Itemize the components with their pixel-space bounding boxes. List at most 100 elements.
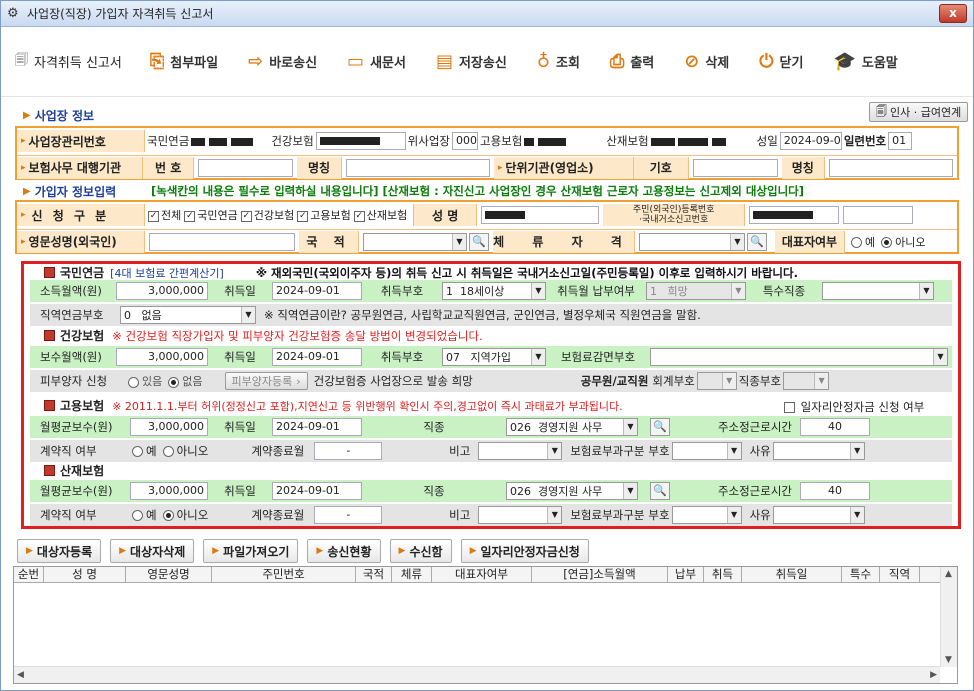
unit-name-input[interactable] bbox=[828, 158, 953, 177]
serial-input[interactable]: 01 bbox=[888, 132, 913, 150]
register-subject-button[interactable]: ▶ 대상자등록 bbox=[17, 539, 102, 563]
pension-date-input[interactable]: 2024-09-01 bbox=[272, 282, 362, 300]
health-wage-label: 보수월액(원) bbox=[40, 350, 102, 364]
print-button[interactable]: ⎙ 출력 bbox=[610, 51, 654, 72]
scroll-right-icon[interactable]: ▶ bbox=[930, 670, 937, 680]
health-wage-input[interactable]: 3,000,000 bbox=[116, 348, 208, 366]
col-eng-name[interactable]: 영문성명 bbox=[126, 567, 212, 582]
rep-yes-radio[interactable]: 예 bbox=[845, 234, 875, 250]
industrial-contract-no[interactable]: 아니오 bbox=[157, 507, 208, 523]
check-industrial[interactable]: ✓ 산재보험 bbox=[353, 207, 407, 223]
close-button[interactable]: x bbox=[939, 4, 967, 23]
pension-job-select[interactable]: ▼ bbox=[822, 282, 934, 300]
acc-code-select[interactable]: ▼ bbox=[696, 372, 737, 390]
agency-number-input[interactable] bbox=[198, 158, 293, 177]
col-name[interactable]: 성 명 bbox=[44, 567, 126, 582]
employment-note-select[interactable]: ▼ bbox=[478, 442, 563, 460]
pension-occ-select[interactable]: 0 없음 ▼ bbox=[120, 306, 256, 324]
employment-code-select[interactable]: ▼ bbox=[671, 442, 742, 460]
nationality-select[interactable]: ▼ bbox=[363, 232, 467, 251]
rep-no-radio[interactable]: 아니오 bbox=[875, 234, 926, 250]
employment-hours-input[interactable]: 40 bbox=[800, 418, 870, 436]
col-nationality[interactable]: 국적 bbox=[356, 567, 392, 582]
check-employment[interactable]: ✓ 고용보험 bbox=[297, 207, 351, 223]
pension-date-label: 취득일 bbox=[224, 284, 256, 298]
employment-job-search-button[interactable]: 🔍 bbox=[650, 418, 670, 436]
employment-contract-no[interactable]: 아니오 bbox=[157, 443, 208, 459]
inbox-button[interactable]: ▶ 수신함 bbox=[389, 539, 452, 563]
industrial-wage-input[interactable]: 3,000,000 bbox=[130, 482, 208, 500]
industrial-end-input[interactable]: - bbox=[314, 506, 383, 524]
col-special[interactable]: 특수 bbox=[842, 567, 880, 582]
health-value[interactable] bbox=[315, 132, 406, 150]
stay-select[interactable]: ▼ bbox=[639, 232, 745, 251]
attach-button[interactable]: ⎘ 첨부파일 bbox=[150, 51, 218, 72]
calculator-link[interactable]: [4대 보험료 간편계산기] bbox=[110, 265, 224, 281]
col-pay[interactable]: 납부 bbox=[668, 567, 704, 582]
industrial-job-search-button[interactable]: 🔍 bbox=[650, 482, 670, 500]
industrial-date-input[interactable]: 2024-09-01 bbox=[272, 482, 362, 500]
col-rep[interactable]: 대표자여부 bbox=[432, 567, 532, 582]
sub-workplace-input[interactable]: 000 bbox=[451, 132, 478, 150]
employment-reason-select[interactable]: ▼ bbox=[772, 442, 865, 460]
health-dep-no-radio[interactable]: 없음 bbox=[162, 373, 203, 389]
delete-subject-button[interactable]: ▶ 대상자삭제 bbox=[110, 539, 195, 563]
dependent-register-button[interactable]: 피부양자등록 › bbox=[224, 372, 308, 390]
hr-link-button[interactable]: 🗐 인사 · 급여연계 bbox=[869, 102, 969, 122]
col-income[interactable]: [연금]소득월액 bbox=[532, 567, 668, 582]
send-status-button[interactable]: ▶ 송신현황 bbox=[307, 539, 381, 563]
industrial-hours-input[interactable]: 40 bbox=[800, 482, 870, 500]
nationality-search-button[interactable]: 🔍 bbox=[469, 232, 489, 251]
check-pension[interactable]: ✓ 국민연금 bbox=[184, 207, 238, 223]
pension-code-select[interactable]: 1 18세이상 ▼ bbox=[442, 282, 546, 300]
eng-name-input[interactable] bbox=[149, 232, 295, 251]
industrial-job-select[interactable]: 026 경영지원 사무 ▼ bbox=[506, 482, 638, 500]
industrial-reason-select[interactable]: ▼ bbox=[772, 506, 865, 524]
check-health[interactable]: ✓ 건강보험 bbox=[240, 207, 294, 223]
job-code-select[interactable]: ▼ bbox=[783, 372, 830, 390]
industrial-note-select[interactable]: ▼ bbox=[478, 506, 563, 524]
col-stay[interactable]: 체류 bbox=[392, 567, 432, 582]
help-button[interactable]: 🎓 도움말 bbox=[833, 51, 897, 72]
health-reduce-select[interactable]: ▼ bbox=[650, 348, 948, 366]
industrial-contract-yes[interactable]: 예 bbox=[126, 507, 157, 523]
close-doc-button[interactable]: ⏻ 닫기 bbox=[759, 51, 803, 72]
name-input[interactable] bbox=[481, 206, 600, 224]
col-date[interactable]: 취득일 bbox=[742, 567, 842, 582]
search-button[interactable]: ♁ 조회 bbox=[537, 51, 580, 72]
agency-name-input[interactable] bbox=[346, 158, 490, 177]
check-all[interactable]: ✓ 전체 bbox=[148, 207, 181, 223]
save-send-button[interactable]: ▤ 저장송신 bbox=[436, 51, 507, 72]
rrn-input-2[interactable] bbox=[843, 206, 914, 224]
pension-income-input[interactable]: 3,000,000 bbox=[116, 282, 208, 300]
health-code-select[interactable]: 07 지역가입 ▼ bbox=[442, 348, 546, 366]
scroll-down-icon[interactable]: ▼ bbox=[945, 655, 952, 665]
scroll-up-icon[interactable]: ▲ bbox=[945, 569, 952, 579]
subsidy-checkbox[interactable]: 일자리안정자금 신청 여부 bbox=[784, 399, 924, 415]
health-dep-yes-radio[interactable]: 있음 bbox=[122, 373, 162, 389]
col-seq[interactable]: 순번 bbox=[14, 567, 44, 582]
pension-pay-select[interactable]: 1 희망 ▼ bbox=[646, 282, 746, 300]
industrial-code-select[interactable]: ▼ bbox=[671, 506, 742, 524]
employment-end-input[interactable]: - bbox=[314, 442, 383, 460]
send-button[interactable]: ⇨ 바로송신 bbox=[248, 51, 317, 72]
health-date-input[interactable]: 2024-09-01 bbox=[272, 348, 362, 366]
import-file-button[interactable]: ▶ 파일가져오기 bbox=[203, 539, 299, 563]
vertical-scrollbar[interactable]: ▲ ▼ bbox=[940, 567, 957, 667]
stay-search-button[interactable]: 🔍 bbox=[747, 232, 767, 251]
col-acq[interactable]: 취득 bbox=[704, 567, 742, 582]
col-rrn[interactable]: 주민번호 bbox=[212, 567, 356, 582]
employment-job-select[interactable]: 026 경영지원 사무 ▼ bbox=[506, 418, 638, 436]
horizontal-scrollbar[interactable]: ◀ ▶ bbox=[14, 666, 940, 683]
col-occ[interactable]: 직역 bbox=[880, 567, 920, 582]
employment-date-input[interactable]: 2024-09-01 bbox=[272, 418, 362, 436]
scroll-left-icon[interactable]: ◀ bbox=[17, 670, 24, 680]
delete-button[interactable]: ⊘ 삭제 bbox=[684, 51, 729, 72]
employment-contract-yes[interactable]: 예 bbox=[126, 443, 157, 459]
unit-code-input[interactable] bbox=[692, 158, 778, 177]
rrn-input-1[interactable] bbox=[749, 206, 840, 224]
new-doc-button[interactable]: ▭ 새문서 bbox=[347, 51, 406, 72]
employment-wage-input[interactable]: 3,000,000 bbox=[130, 418, 208, 436]
date-input[interactable]: 2024-09-05 bbox=[779, 132, 842, 150]
subsidy-apply-button[interactable]: ▶ 일자리안정자금신청 bbox=[460, 539, 589, 563]
